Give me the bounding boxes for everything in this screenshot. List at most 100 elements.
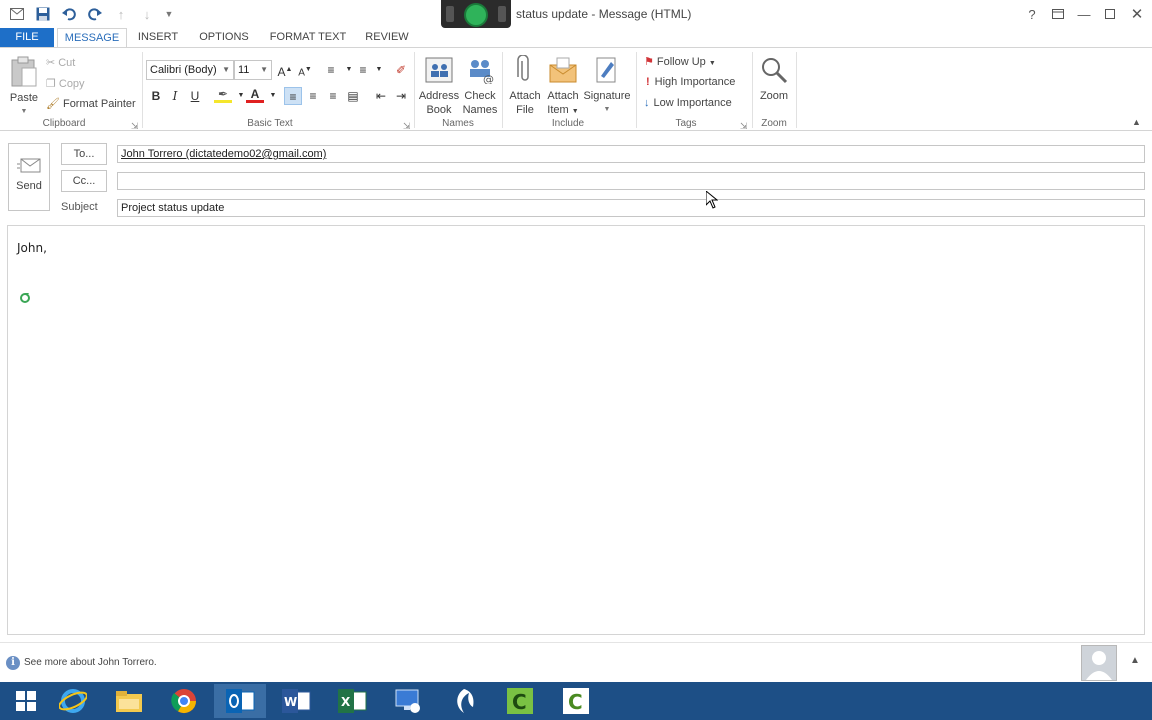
to-recipient[interactable]: John Torrero (dictatedemo02@gmail.com): [121, 148, 326, 160]
underline-button[interactable]: U: [186, 87, 204, 105]
cc-field[interactable]: [117, 172, 1145, 190]
arrow-up-icon[interactable]: ↑: [112, 5, 130, 23]
paste-dropdown-icon[interactable]: ▼: [6, 105, 42, 119]
font-color-button[interactable]: A: [246, 87, 264, 103]
undo-icon[interactable]: [60, 5, 78, 23]
camtasia-icon[interactable]: C: [494, 684, 546, 718]
to-button[interactable]: To...: [61, 143, 107, 165]
dragon-icon[interactable]: [438, 684, 490, 718]
clipboard-icon: [8, 56, 40, 88]
help-icon[interactable]: ?: [1020, 4, 1044, 24]
tab-insert[interactable]: INSERT: [134, 28, 182, 48]
scissors-icon: ✂: [46, 57, 56, 69]
send-envelope-icon: [17, 158, 41, 174]
collapse-ribbon-icon[interactable]: ▲: [1132, 117, 1141, 127]
tab-options[interactable]: OPTIONS: [194, 28, 254, 48]
justify-icon[interactable]: ▤: [344, 87, 362, 105]
tab-message[interactable]: MESSAGE: [57, 28, 127, 48]
ribbon: Paste ▼ ✂ Cut ❐ Copy 🖌 Format Painter Clipb…: [0, 47, 1152, 131]
bullets-icon[interactable]: ≡: [322, 61, 340, 79]
tab-review[interactable]: REVIEW: [362, 28, 412, 48]
font-color-dropdown-icon[interactable]: ▼: [264, 87, 282, 105]
remote-desktop-icon[interactable]: [382, 684, 434, 718]
signature-button[interactable]: Signature ▼: [582, 54, 632, 117]
format-painter-label: Format Painter: [62, 98, 136, 110]
font-size-combo[interactable]: 11 ▼: [234, 60, 272, 80]
maximize-icon[interactable]: [1098, 4, 1122, 24]
check-names-button[interactable]: @ Check Names: [460, 54, 500, 117]
align-center-icon[interactable]: ≡: [304, 87, 322, 105]
format-painter-button[interactable]: 🖌 Format Painter: [46, 97, 136, 110]
signature-label: Signature: [583, 90, 631, 102]
send-button[interactable]: Send: [8, 143, 50, 211]
address-book-button[interactable]: Address Book: [418, 54, 460, 117]
attach-file-label-2: File: [516, 104, 534, 116]
to-field[interactable]: John Torrero (dictatedemo02@gmail.com): [117, 145, 1145, 163]
camtasia-recorder-icon[interactable]: C: [550, 684, 602, 718]
clipboard-launcher-icon[interactable]: ⇲: [131, 121, 139, 132]
paste-button[interactable]: Paste ▼: [6, 56, 42, 119]
names-group-label: Names: [442, 118, 474, 129]
info-icon: i: [6, 656, 20, 670]
close-icon[interactable]: ✕: [1125, 4, 1149, 24]
subject-field[interactable]: Project status update: [117, 199, 1145, 217]
file-explorer-icon[interactable]: [103, 684, 155, 718]
people-pane-toggle-icon[interactable]: ▲: [1130, 655, 1140, 666]
tab-format-text[interactable]: FORMAT TEXT: [266, 28, 350, 48]
window-title: status update - Message (HTML): [516, 7, 692, 21]
envelope-icon[interactable]: [8, 5, 26, 23]
copy-button[interactable]: ❐ Copy: [46, 77, 85, 90]
arrow-down-icon: ↓: [644, 97, 650, 109]
low-importance-button[interactable]: ↓ Low Importance: [644, 97, 732, 109]
attach-file-button[interactable]: Attach File: [506, 54, 544, 117]
numbering-dropdown-icon[interactable]: ▼: [370, 61, 388, 79]
decrease-indent-icon[interactable]: ⇤: [372, 87, 390, 105]
message-body[interactable]: John,: [7, 225, 1145, 635]
microphone-icon[interactable]: [464, 3, 488, 27]
cut-button[interactable]: ✂ Cut: [46, 56, 75, 69]
paperclip-icon: [509, 54, 541, 86]
bold-button[interactable]: B: [147, 87, 165, 105]
body-text[interactable]: John,: [17, 241, 47, 255]
attach-item-button[interactable]: Attach Item ▼: [544, 54, 582, 119]
align-right-icon[interactable]: ≡: [324, 87, 342, 105]
tags-group-label: Tags: [675, 118, 697, 129]
grow-font-button[interactable]: A▲: [276, 61, 294, 79]
outlook-icon[interactable]: [214, 684, 266, 718]
save-icon[interactable]: [34, 5, 52, 23]
dictation-toolbar[interactable]: [441, 0, 511, 28]
arrow-down-icon[interactable]: ↓: [138, 5, 156, 23]
chrome-icon[interactable]: [158, 684, 210, 718]
customize-toolbar-icon[interactable]: ▼: [160, 5, 178, 23]
italic-button[interactable]: I: [166, 87, 184, 105]
minimize-icon[interactable]: —: [1072, 4, 1096, 24]
tab-file[interactable]: FILE: [0, 28, 54, 48]
ribbon-display-icon[interactable]: [1046, 4, 1070, 24]
avatar[interactable]: [1081, 645, 1117, 681]
redo-icon[interactable]: [86, 5, 104, 23]
excel-icon[interactable]: X: [326, 684, 378, 718]
shrink-font-button[interactable]: A▼: [296, 61, 314, 79]
chevron-down-icon: ▼: [708, 60, 716, 67]
zoom-button[interactable]: Zoom: [756, 54, 792, 103]
word-icon[interactable]: W: [270, 684, 322, 718]
font-name-combo[interactable]: Calibri (Body) ▼: [146, 60, 234, 80]
svg-text:@: @: [483, 73, 494, 84]
windows-start-icon[interactable]: [0, 684, 52, 718]
highlight-icon[interactable]: ✒: [214, 87, 232, 103]
chevron-down-icon: ▼: [603, 106, 611, 113]
clear-formatting-icon[interactable]: ✐: [392, 61, 410, 79]
follow-up-button[interactable]: ⚑ Follow Up ▼: [644, 55, 716, 68]
high-importance-button[interactable]: ! High Importance: [646, 76, 735, 88]
dictation-menu-icon[interactable]: [498, 6, 506, 22]
paintbrush-icon: 🖌: [46, 98, 60, 110]
align-left-icon[interactable]: ≡: [284, 87, 302, 105]
cut-label: Cut: [58, 57, 76, 69]
tags-launcher-icon[interactable]: ⇲: [740, 121, 748, 132]
internet-explorer-icon[interactable]: [47, 684, 99, 718]
people-pane-text[interactable]: See more about John Torrero.: [24, 657, 157, 668]
group-separator: [752, 52, 753, 128]
basic-text-launcher-icon[interactable]: ⇲: [403, 121, 411, 132]
increase-indent-icon[interactable]: ⇥: [392, 87, 410, 105]
cc-button[interactable]: Cc...: [61, 170, 107, 192]
